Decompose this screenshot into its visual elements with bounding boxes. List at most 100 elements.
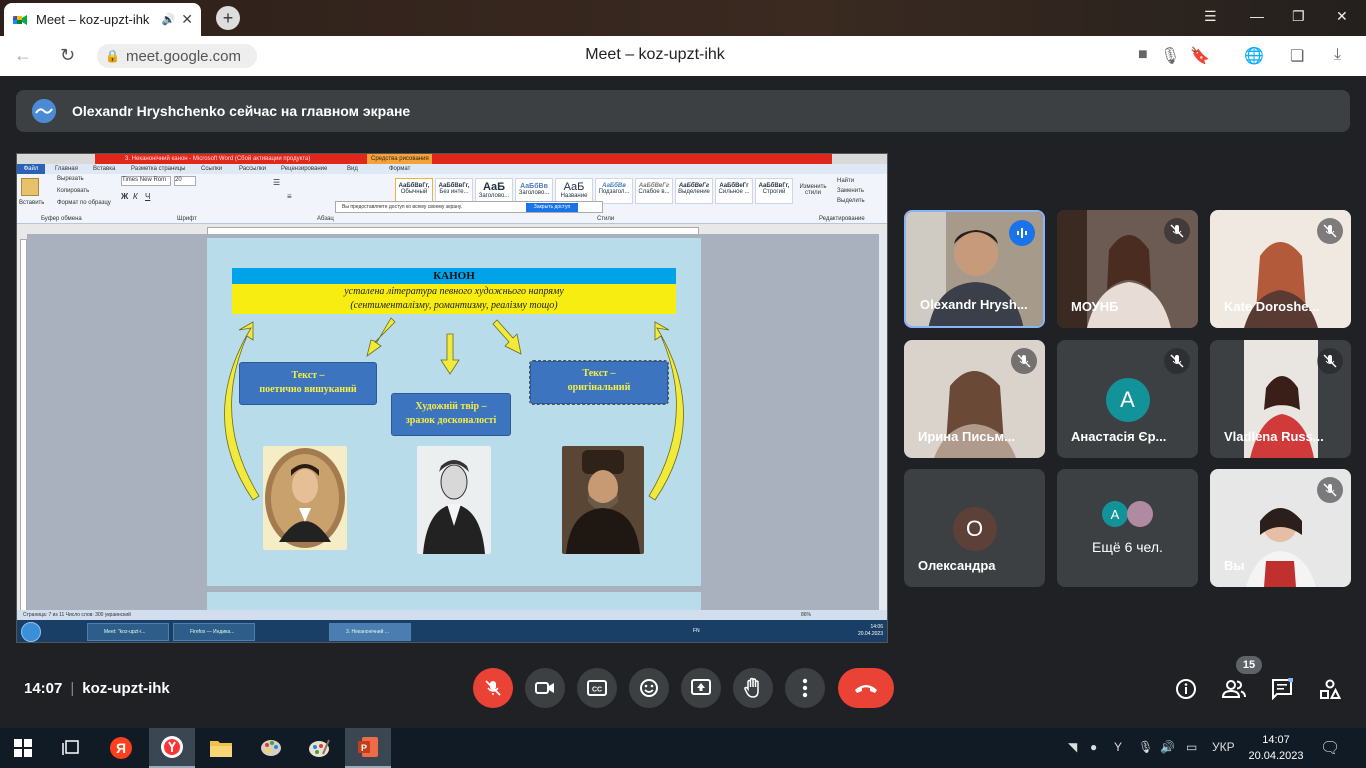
replace-button[interactable]: Заменить (837, 188, 864, 194)
ribbon-tab-insert[interactable]: Вставка (93, 166, 115, 172)
copy-label[interactable]: Копировать (57, 188, 89, 194)
close-window-icon[interactable]: ✕ (1336, 8, 1348, 25)
shared-lang[interactable]: FN (693, 628, 700, 634)
meeting-info: 14:07 | koz-upzt-ihk (24, 680, 170, 697)
ribbon-tab-file[interactable]: Файл (17, 164, 45, 174)
activities-button[interactable] (1317, 676, 1343, 702)
system-clock[interactable]: 14:07 20.04.2023 (1248, 732, 1304, 764)
captions-button[interactable]: CC (577, 668, 617, 708)
globe-icon[interactable]: 🌐 (1244, 46, 1264, 66)
wifi-icon[interactable]: ◥ (1068, 740, 1077, 754)
speaker-icon[interactable]: 🔊 (162, 13, 176, 26)
camera-indicator-icon[interactable]: ■ (1138, 46, 1148, 64)
leave-call-button[interactable] (838, 668, 894, 708)
shared-task-word[interactable]: 3. Неканонічний ... (329, 623, 411, 641)
new-tab-button[interactable]: + (216, 6, 240, 30)
ribbon-tab-view[interactable]: Вид (347, 166, 358, 172)
stop-sharing-button[interactable]: Закрыть доступ (526, 203, 578, 212)
restore-icon[interactable]: ❐ (1292, 8, 1305, 25)
align-icon[interactable]: ≡ (287, 192, 292, 201)
collections-icon[interactable]: ❏ (1290, 46, 1304, 66)
portrait-3 (562, 446, 644, 554)
participant-tile[interactable]: Kate Doroshe... (1210, 210, 1351, 328)
yandex-tray-icon[interactable]: Y (1114, 740, 1122, 754)
vertical-scrollbar[interactable] (879, 234, 887, 610)
paint3d-app-button[interactable] (296, 728, 342, 768)
camera-toggle-button[interactable] (525, 668, 565, 708)
chat-button[interactable] (1269, 676, 1295, 702)
shared-task-firefox[interactable]: Firefox — Индика... (173, 623, 255, 641)
raise-hand-button[interactable] (733, 668, 773, 708)
self-tile[interactable]: Вы (1210, 469, 1351, 587)
find-button[interactable]: Найти (837, 178, 854, 184)
zoom-level[interactable]: 86% (801, 610, 811, 620)
shared-taskbar: Meet: "koz-upzt-i... Firefox — Индика...… (17, 620, 887, 642)
participant-tile[interactable]: Olexandr Hrysh... (904, 210, 1045, 328)
font-size-value: 20 (175, 177, 182, 183)
powerpoint-app-button[interactable]: P (345, 728, 391, 768)
windows-start-button[interactable] (0, 728, 46, 768)
ribbon-tab-mail[interactable]: Рассылки (239, 166, 266, 172)
style-strong[interactable]: АаБбВвГг, Строгий (755, 178, 793, 204)
volume-icon[interactable]: 🔊 (1160, 740, 1175, 754)
box-perfection-line1: Художній твір – (415, 401, 487, 412)
language-indicator[interactable]: УКР (1212, 740, 1235, 754)
zoom-tray-icon[interactable]: ● (1090, 740, 1097, 754)
meeting-details-button[interactable] (1173, 676, 1199, 702)
participant-tile[interactable]: О Олександра (904, 469, 1045, 587)
mic-off-icon (485, 680, 501, 696)
download-icon[interactable]: ⤓ (1334, 46, 1341, 64)
participant-tile[interactable]: МОУНБ (1057, 210, 1198, 328)
participant-tile[interactable]: Ирина Письм... (904, 340, 1045, 458)
yandex-app-button[interactable]: Я (98, 728, 144, 768)
ribbon-tab-review[interactable]: Рецензирование (281, 166, 327, 172)
more-avatar-2 (1127, 501, 1153, 527)
close-tab-icon[interactable]: ✕ (181, 11, 193, 28)
more-participants-tile[interactable]: А Ещё 6 чел. (1057, 469, 1198, 587)
yandex-browser-button[interactable] (149, 728, 195, 768)
file-explorer-button[interactable] (198, 728, 244, 768)
font-size-select[interactable]: 20 (174, 176, 196, 186)
change-styles-button[interactable]: Изменить стили (799, 184, 827, 196)
ribbon-tab-layout[interactable]: Разметка страницы (131, 166, 185, 172)
start-orb-icon[interactable] (21, 622, 41, 642)
battery-icon[interactable]: ▭ (1186, 740, 1197, 754)
bookmark-icon[interactable]: 🔖 (1190, 46, 1210, 66)
paste-icon[interactable] (21, 178, 39, 196)
notifications-icon[interactable]: 🗨 (1320, 738, 1340, 758)
browser-tab-meet[interactable]: Meet – koz-upzt-ihk 🔊 ✕ (4, 3, 201, 36)
mic-tray-icon[interactable]: 🎙 (1138, 740, 1153, 754)
italic-icon[interactable]: К (133, 192, 138, 201)
menu-lines-icon[interactable]: ☰ (1204, 8, 1217, 25)
bullets-icon[interactable]: ☰ (273, 178, 280, 187)
font-name-select[interactable]: Times New Rom (121, 176, 171, 186)
select-button[interactable]: Выделить (837, 198, 865, 204)
style-subtle[interactable]: АаБбВеГг Слабое в... (635, 178, 673, 204)
box-original[interactable]: Текст – оригінальний (529, 360, 669, 405)
minimize-icon[interactable]: — (1250, 8, 1264, 24)
mic-toggle-button[interactable] (473, 668, 513, 708)
underline-icon[interactable]: Ч (145, 192, 150, 201)
presenter-avatar (32, 99, 56, 123)
participant-tile[interactable]: А Анастасія Єр... (1057, 340, 1198, 458)
people-button[interactable] (1221, 676, 1247, 702)
document-area[interactable]: КАНОН усталена література певного художн… (27, 234, 879, 622)
shared-task-meet[interactable]: Meet: "koz-upzt-i... (87, 623, 169, 641)
format-painter-label[interactable]: Формат по образцу (57, 200, 111, 206)
bold-icon[interactable]: Ж (121, 192, 128, 201)
more-options-button[interactable] (785, 668, 825, 708)
ribbon-tab-refs[interactable]: Ссылки (201, 166, 222, 172)
ribbon-tab-home[interactable]: Главная (55, 166, 78, 172)
style-strong-emphasis[interactable]: АаБбВеГг Сильное ... (715, 178, 753, 204)
ribbon-tab-format[interactable]: Формат (389, 166, 410, 172)
style-emphasis[interactable]: АаБбВеГг Выделение (675, 178, 713, 204)
present-button[interactable] (681, 668, 721, 708)
participant-tile[interactable]: Vladlena Russ... (1210, 340, 1351, 458)
reactions-button[interactable] (629, 668, 669, 708)
shared-screen[interactable]: 3. Неканонічний канон - Microsoft Word (… (16, 153, 888, 643)
paint-app-button[interactable] (248, 728, 294, 768)
address-bar-row: ← ↻ 🔒 meet.google.com Meet – koz-upzt-ih… (0, 36, 1366, 76)
task-view-button[interactable] (48, 728, 94, 768)
cut-label[interactable]: Вырезать (57, 176, 84, 182)
mic-indicator-icon[interactable]: 🎙 (1160, 46, 1180, 66)
